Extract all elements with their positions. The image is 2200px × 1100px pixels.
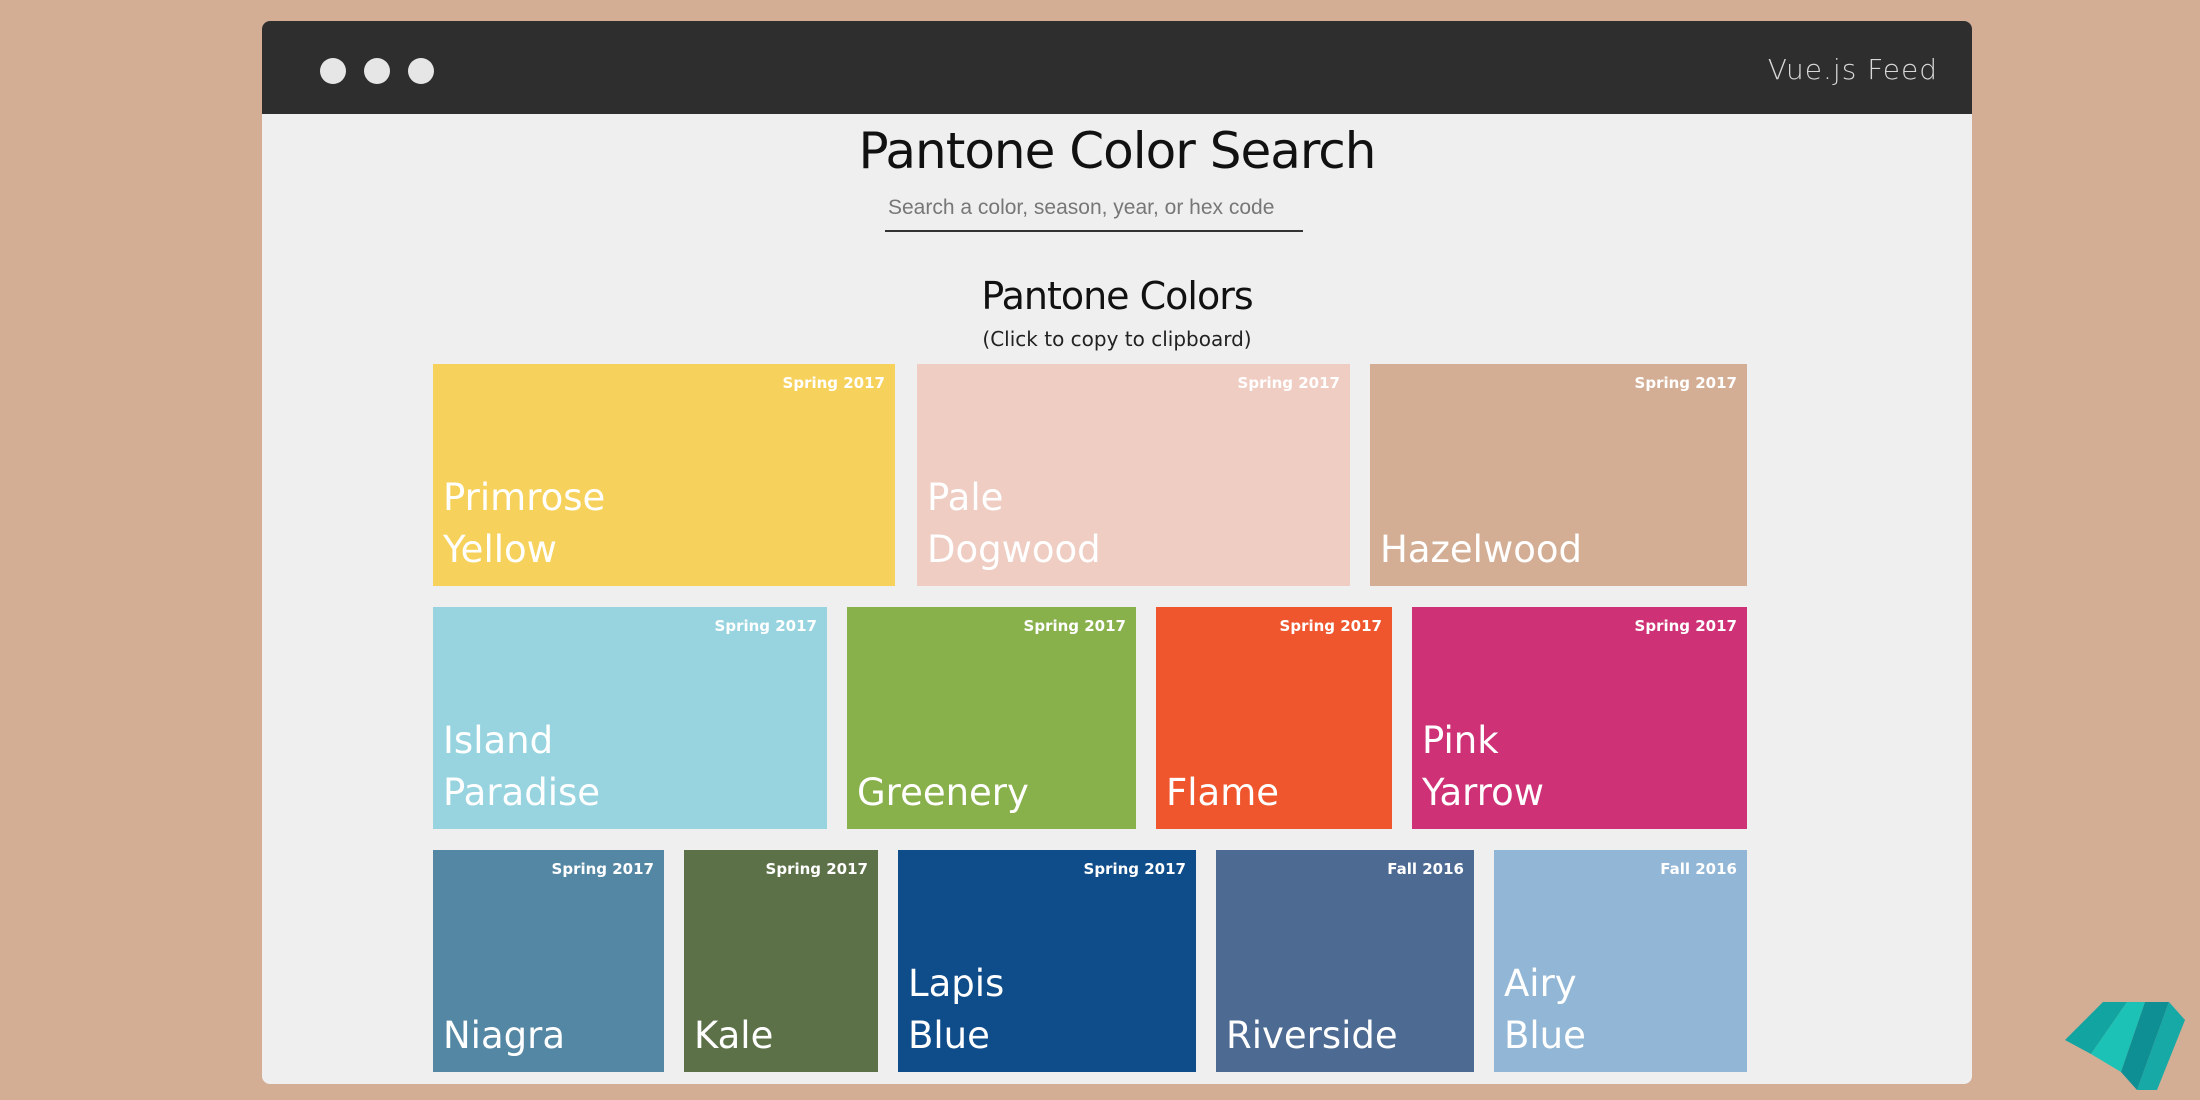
color-swatch[interactable]: Spring 2017 Greenery <box>847 607 1136 829</box>
swatch-color-name: Island Paradise <box>443 719 601 814</box>
swatch-season: Spring 2017 <box>714 617 817 635</box>
section-title: Pantone Colors <box>981 274 1253 318</box>
window-dot-maximize[interactable] <box>408 58 434 84</box>
swatch-season: Spring 2017 <box>1279 617 1382 635</box>
color-swatch[interactable]: Fall 2016 Riverside <box>1216 850 1474 1072</box>
swatch-season: Fall 2016 <box>1660 860 1737 878</box>
swatch-color-name: Lapis Blue <box>908 962 1005 1057</box>
swatch-color-name: Riverside <box>1226 1014 1398 1057</box>
color-swatch[interactable]: Spring 2017 Hazelwood <box>1370 364 1747 586</box>
color-swatch[interactable]: Spring 2017 Pink Yarrow <box>1412 607 1747 829</box>
color-swatch[interactable]: Spring 2017 Niagra <box>433 850 664 1072</box>
swatch-season: Spring 2017 <box>1237 374 1340 392</box>
swatch-color-name: Flame <box>1166 771 1280 814</box>
color-swatch[interactable]: Spring 2017 Kale <box>684 850 878 1072</box>
color-swatch[interactable]: Spring 2017 Flame <box>1156 607 1392 829</box>
search-input[interactable] <box>885 186 1303 232</box>
color-swatch[interactable]: Spring 2017 Lapis Blue <box>898 850 1196 1072</box>
window-dot-close[interactable] <box>320 58 346 84</box>
color-swatch[interactable]: Spring 2017 Island Paradise <box>433 607 827 829</box>
page-content: Pantone Color Search Pantone Colors (Cli… <box>262 114 1972 1084</box>
swatch-color-name: Pale Dogwood <box>927 476 1101 571</box>
swatch-color-name: Pink Yarrow <box>1422 719 1545 814</box>
swatch-season: Spring 2017 <box>551 860 654 878</box>
color-swatch[interactable]: Fall 2016 Airy Blue <box>1494 850 1747 1072</box>
swatch-color-name: Greenery <box>857 771 1029 814</box>
swatch-season: Spring 2017 <box>1634 374 1737 392</box>
color-swatch[interactable]: Spring 2017 Primrose Yellow <box>433 364 895 586</box>
swatch-season: Fall 2016 <box>1387 860 1464 878</box>
brand-label: Vue.js Feed <box>1767 53 1938 86</box>
swatch-season: Spring 2017 <box>1634 617 1737 635</box>
swatch-color-name: Hazelwood <box>1380 528 1582 571</box>
swatch-season: Spring 2017 <box>1083 860 1186 878</box>
vue-logo-icon <box>2065 1002 2185 1090</box>
swatch-color-name: Airy Blue <box>1504 962 1586 1057</box>
swatch-color-name: Kale <box>694 1014 774 1057</box>
page-title: Pantone Color Search <box>858 122 1377 180</box>
section-subtitle: (Click to copy to clipboard) <box>982 327 1252 351</box>
swatch-season: Spring 2017 <box>782 374 885 392</box>
window-dot-minimize[interactable] <box>364 58 390 84</box>
swatch-color-name: Niagra <box>443 1014 566 1057</box>
swatch-season: Spring 2017 <box>1023 617 1126 635</box>
swatch-season: Spring 2017 <box>765 860 868 878</box>
color-swatch[interactable]: Spring 2017 Pale Dogwood <box>917 364 1350 586</box>
title-bar: Vue.js Feed <box>262 21 1972 114</box>
swatch-color-name: Primrose Yellow <box>443 476 606 571</box>
window-controls <box>320 58 434 84</box>
browser-window: Vue.js Feed Pantone Color Search Pantone… <box>262 21 1972 1084</box>
